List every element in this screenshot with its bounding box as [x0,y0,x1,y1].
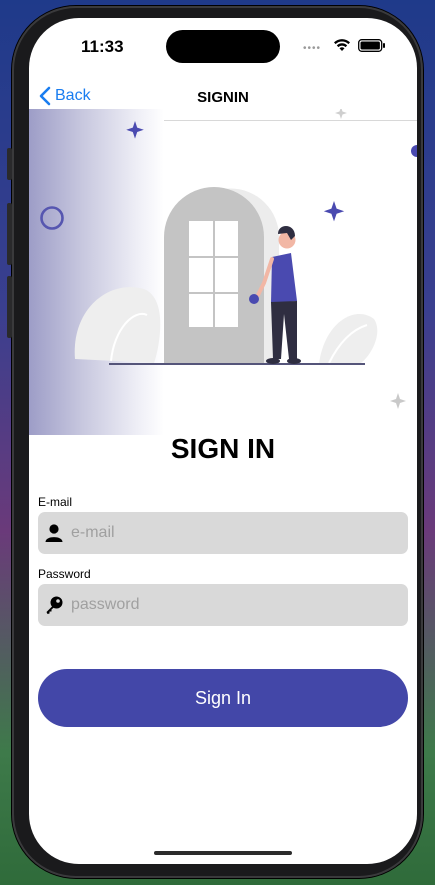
app-screen: 11:33 •••• Back SIGNIN SIGN IN E-mail e-… [29,18,417,864]
password-field[interactable] [38,584,408,626]
mute-switch [7,148,12,180]
password-input[interactable] [71,584,391,626]
key-icon [46,596,63,614]
nav-title: SIGNIN [197,89,249,106]
dynamic-island [166,30,280,63]
volume-down-button [7,276,12,338]
signin-illustration [29,109,417,435]
email-label: E-mail [38,495,73,509]
status-time: 11:33 [81,37,124,56]
status-bar: 11:33 •••• [29,18,417,76]
person-icon [45,524,63,542]
email-field[interactable] [38,512,408,554]
email-input[interactable] [71,512,391,554]
status-indicators: •••• [303,38,387,54]
page-heading: SIGN IN [170,433,276,464]
cellular-signal-icon: •••• [303,43,322,54]
wifi-icon [334,39,350,51]
signin-button[interactable]: Sign In [38,669,408,727]
door-person-illustration [40,109,417,409]
volume-up-button [7,203,12,265]
password-label: Password [38,567,91,581]
home-indicator[interactable] [154,851,292,855]
battery-icon [358,39,385,52]
